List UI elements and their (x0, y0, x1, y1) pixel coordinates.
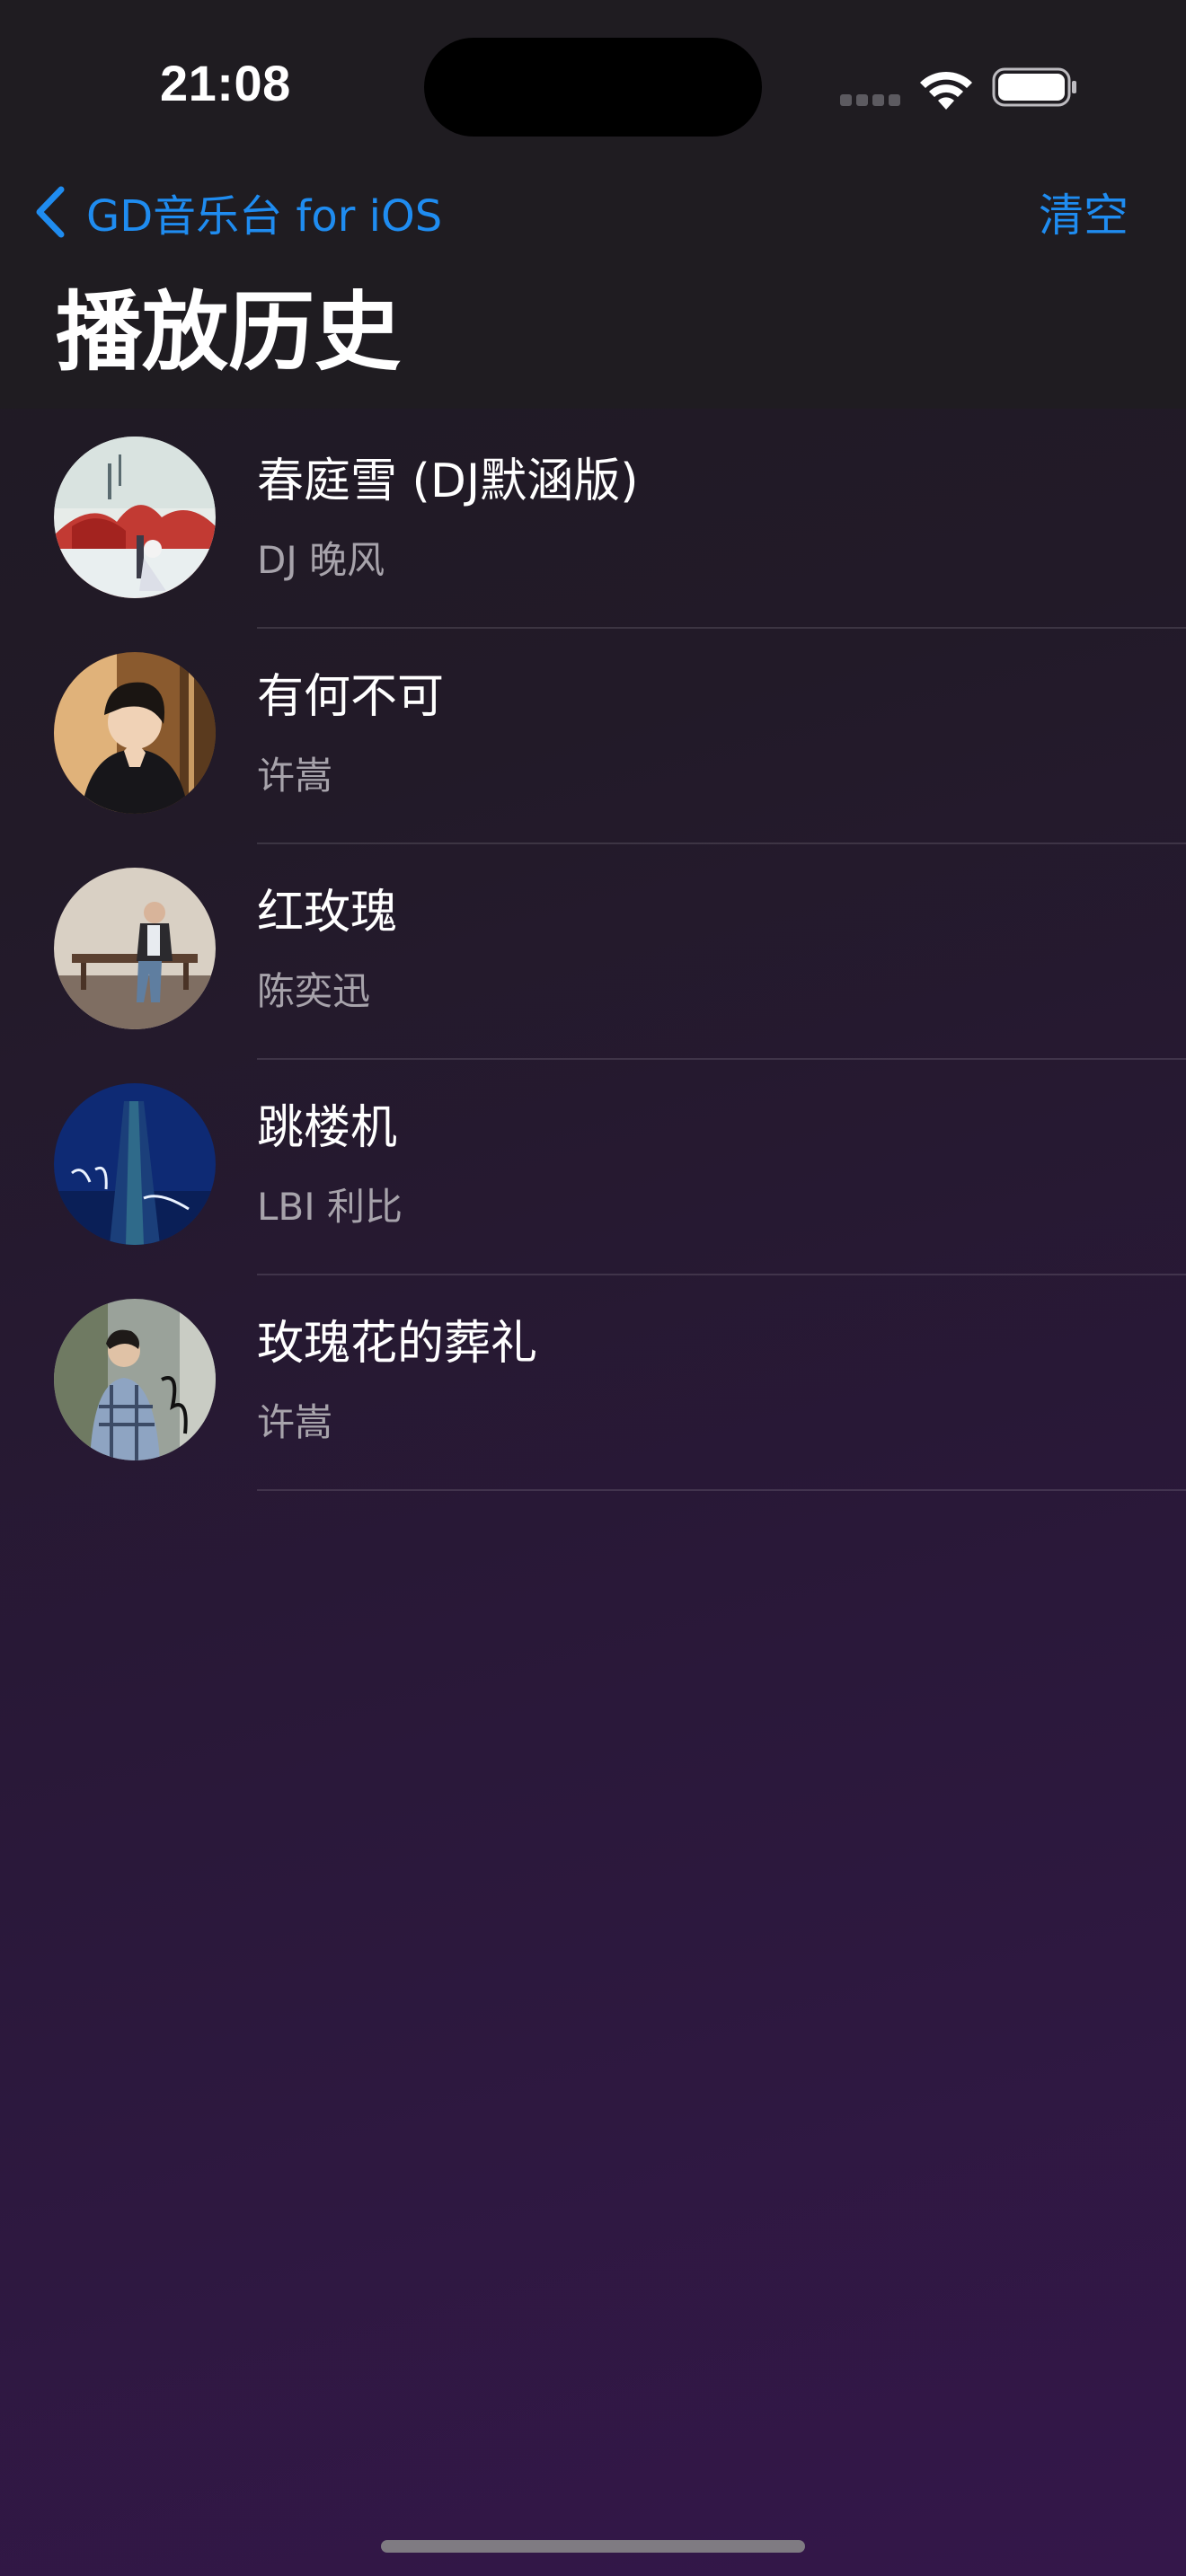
song-artist: 许嵩 (257, 1400, 333, 1444)
song-artist: 陈奕迅 (257, 969, 371, 1013)
back-button-label: GD音乐台 for iOS (86, 191, 443, 242)
list-item[interactable]: 有何不可 许嵩 (0, 629, 1186, 844)
list-item[interactable]: 红玫瑰 陈奕迅 (0, 844, 1186, 1060)
song-title: 玫瑰花的葬礼 (257, 1317, 538, 1371)
album-cover-red-tree-snow (54, 437, 216, 598)
album-cover-portrait-signature (54, 1299, 216, 1460)
status-bar: 21:08 (0, 0, 1186, 171)
page-title: 播放历史 (56, 282, 401, 383)
history-list: 春庭雪 (DJ默涵版) DJ 晚风 有何不可 许嵩 红玫瑰 陈奕迅 跳楼机 LB… (0, 413, 1186, 1491)
wifi-icon (920, 71, 972, 110)
song-title: 有何不可 (257, 670, 445, 724)
song-artist: 许嵩 (257, 754, 333, 798)
song-artist: LBI 利比 (257, 1185, 403, 1229)
clear-button[interactable]: 清空 (1039, 176, 1128, 248)
list-item[interactable]: 春庭雪 (DJ默涵版) DJ 晚风 (0, 413, 1186, 629)
song-title: 跳楼机 (257, 1101, 398, 1155)
list-item[interactable]: 跳楼机 LBI 利比 (0, 1060, 1186, 1275)
album-cover-blue-tower (54, 1083, 216, 1245)
back-button[interactable]: GD音乐台 for iOS (32, 176, 442, 248)
chevron-left-icon (36, 186, 65, 238)
dynamic-island (424, 38, 762, 137)
list-item[interactable]: 玫瑰花的葬礼 许嵩 (0, 1275, 1186, 1491)
song-title: 红玫瑰 (257, 886, 398, 940)
row-divider (257, 1489, 1186, 1491)
battery-icon (992, 67, 1076, 107)
album-cover-man-on-bench (54, 868, 216, 1029)
status-time: 21:08 (160, 55, 291, 111)
app-screen: 21:08 GD音乐台 for iOS 清空 播放历史 春庭雪 (DJ默涵版) … (0, 0, 1186, 2576)
song-artist: DJ 晚风 (257, 538, 385, 582)
cellular-signal-icon (840, 94, 901, 107)
home-indicator[interactable] (381, 2540, 805, 2553)
album-cover-portrait-warm (54, 652, 216, 814)
song-title: 春庭雪 (DJ默涵版) (257, 454, 639, 508)
